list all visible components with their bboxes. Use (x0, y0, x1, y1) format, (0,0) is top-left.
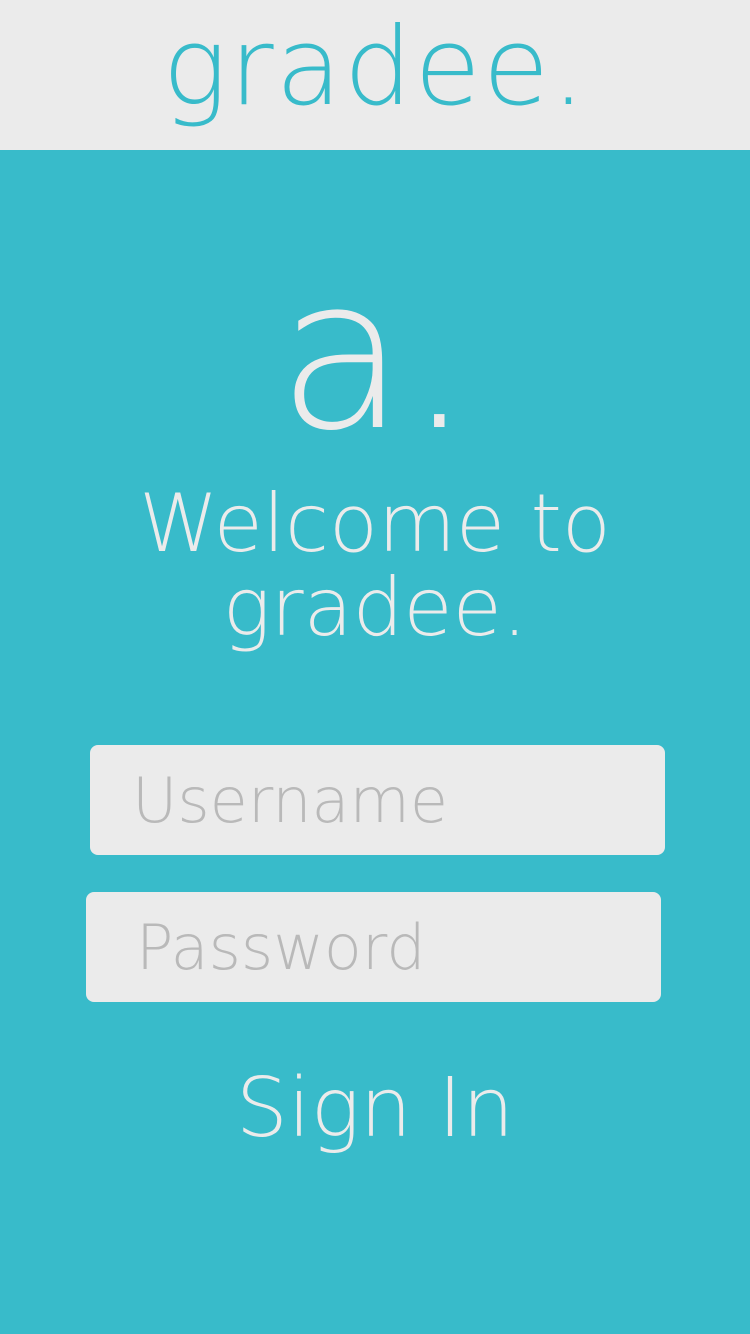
password-input[interactable] (86, 892, 661, 1002)
welcome-line-2: gradee. (222, 561, 528, 654)
sign-in-button[interactable]: Sign In (0, 1068, 750, 1150)
logo-mark: a. (277, 232, 473, 477)
username-input[interactable] (90, 745, 665, 855)
welcome-heading: Welcome to gradee. (0, 482, 750, 650)
welcome-line-1: Welcome to (139, 477, 611, 570)
brand-logo: gradee. (162, 5, 588, 130)
app-header: gradee. (0, 0, 750, 150)
